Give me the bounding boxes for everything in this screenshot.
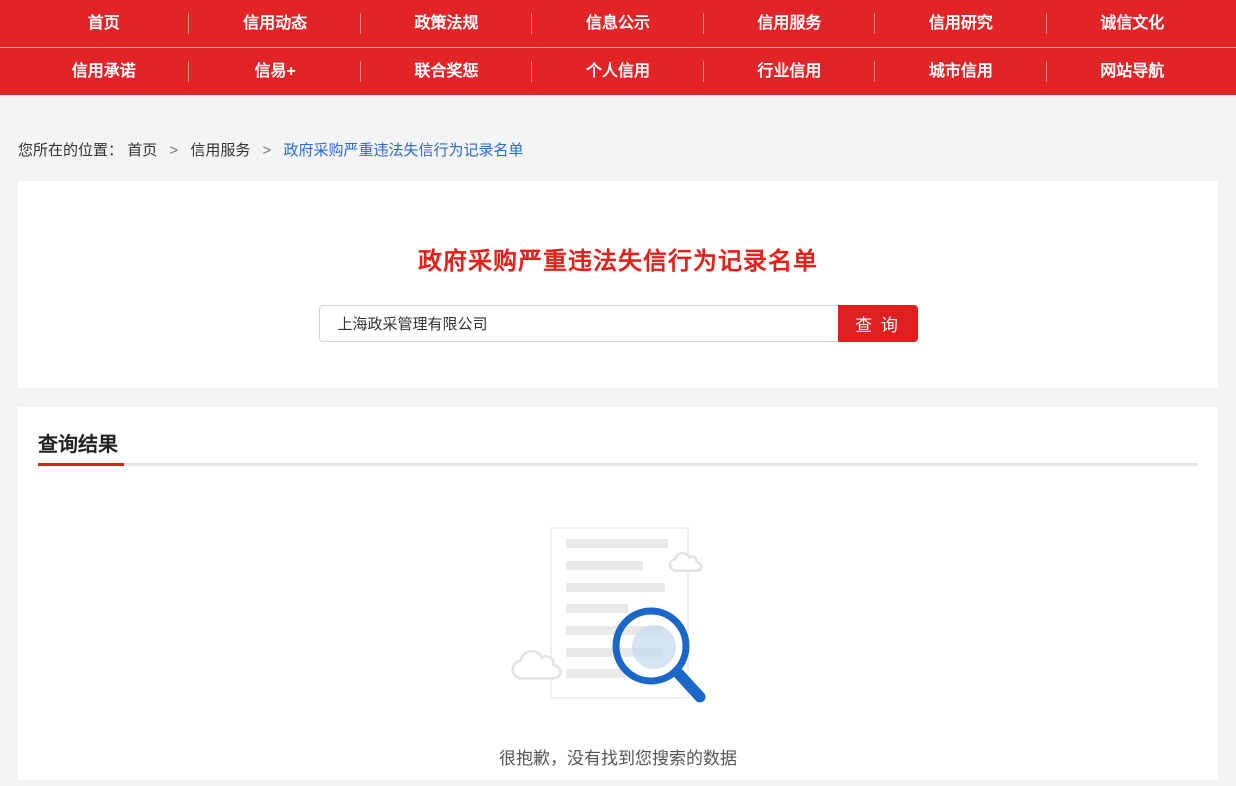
nav-item-home[interactable]: 首页 [18,0,189,47]
no-results-illustration [498,516,738,726]
search-card: 政府采购严重违法失信行为记录名单 查 询 [18,181,1218,388]
breadcrumb-prefix: 您所在的位置： [18,142,123,159]
nav-item-policies[interactable]: 政策法规 [361,0,532,47]
breadcrumb-current-page[interactable]: 政府采购严重违法失信行为记录名单 [283,142,523,159]
search-button[interactable]: 查 询 [838,305,918,342]
nav-item-credit-services[interactable]: 信用服务 [704,0,875,47]
nav-row-1: 首页 信用动态 政策法规 信息公示 信用服务 信用研究 诚信文化 [18,0,1218,47]
breadcrumb-separator: > [169,142,178,159]
results-header: 查询结果 [18,407,1218,457]
nav-item-city-credit[interactable]: 城市信用 [875,48,1046,95]
nav-item-credit-research[interactable]: 信用研究 [875,0,1046,47]
nav-item-site-map[interactable]: 网站导航 [1047,48,1218,95]
nav-item-industry-credit[interactable]: 行业信用 [704,48,875,95]
search-input[interactable] [319,305,838,342]
breadcrumb: 您所在的位置： 首页 > 信用服务 > 政府采购严重违法失信行为记录名单 [18,95,1218,160]
empty-result-message: 很抱歉，没有找到您搜索的数据 [18,744,1218,769]
page-title: 政府采购严重违法失信行为记录名单 [18,181,1218,276]
nav-item-joint-reward-punishment[interactable]: 联合奖惩 [361,48,532,95]
breadcrumb-separator: > [263,142,272,159]
nav-item-credit-commitment[interactable]: 信用承诺 [18,48,189,95]
nav-item-xinyi-plus[interactable]: 信易+ [189,48,360,95]
nav-item-integrity-culture[interactable]: 诚信文化 [1047,0,1218,47]
empty-state: 很抱歉，没有找到您搜索的数据 [18,466,1218,769]
breadcrumb-credit-services[interactable]: 信用服务 [190,142,250,159]
top-navigation: 首页 信用动态 政策法规 信息公示 信用服务 信用研究 诚信文化 信用承诺 信易… [0,0,1236,95]
search-row: 查 询 [18,305,1218,342]
nav-row-2: 信用承诺 信易+ 联合奖惩 个人信用 行业信用 城市信用 网站导航 [18,48,1218,95]
results-card: 查询结果 [18,407,1218,780]
breadcrumb-home[interactable]: 首页 [127,142,157,159]
results-header-underline [38,463,1198,466]
nav-item-personal-credit[interactable]: 个人信用 [532,48,703,95]
nav-item-info-disclosure[interactable]: 信息公示 [532,0,703,47]
nav-item-credit-news[interactable]: 信用动态 [189,0,360,47]
